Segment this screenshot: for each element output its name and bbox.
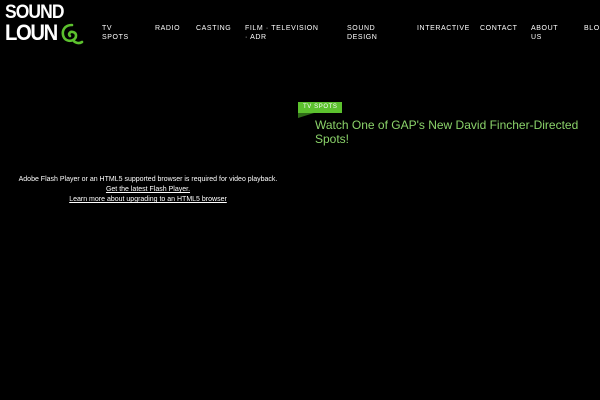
footer-right-text: ​: [400, 396, 590, 400]
upgrade-html5-link[interactable]: Learn more about upgrading to an HTML5 b…: [0, 195, 296, 205]
nav-item-about-us[interactable]: ABOUT US: [531, 24, 559, 42]
footer: ​ ​: [0, 396, 600, 400]
main-nav: TV SPOTS RADIO CASTING FILM · TELEVISION…: [0, 24, 600, 44]
post-title-link[interactable]: Watch One of GAP's New David Fincher-Dir…: [315, 118, 585, 146]
tag-tail-decoration: [298, 113, 314, 118]
video-required-message: Adobe Flash Player or an HTML5 supported…: [18, 176, 278, 183]
nav-item-film-television-adr[interactable]: FILM · TELEVISION · ADR: [245, 24, 323, 42]
nav-item-sound-design[interactable]: SOUND DESIGN: [347, 24, 387, 42]
footer-left-text: ​: [6, 396, 86, 400]
category-tag[interactable]: TV SPOTS: [298, 102, 343, 113]
nav-item-tv-spots[interactable]: TV SPOTS: [102, 24, 136, 42]
nav-item-interactive[interactable]: INTERACTIVE: [417, 24, 469, 33]
nav-item-radio[interactable]: RADIO: [155, 24, 185, 33]
nav-item-blog[interactable]: BLOG: [584, 24, 600, 33]
video-player-placeholder: Adobe Flash Player or an HTML5 supported…: [0, 175, 296, 205]
nav-item-contact[interactable]: CONTACT: [480, 24, 520, 33]
get-flash-player-link[interactable]: Get the latest Flash Player.: [0, 185, 296, 195]
page: SOUND LOUN TV SPOTS RADIO CASTING FILM ·…: [0, 0, 600, 400]
nav-item-casting[interactable]: CASTING: [196, 24, 236, 33]
